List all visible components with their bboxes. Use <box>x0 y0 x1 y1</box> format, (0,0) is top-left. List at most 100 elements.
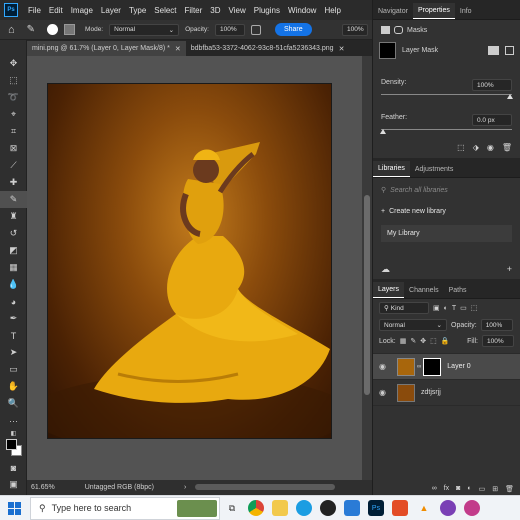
tab-navigator[interactable]: Navigator <box>373 3 413 19</box>
gradient-tool-icon[interactable]: ▦ <box>0 259 27 276</box>
layer-opacity-field[interactable]: 100% <box>480 319 513 331</box>
lock-transparent-icon[interactable]: ▦ <box>400 337 407 345</box>
menu-image[interactable]: Image <box>67 6 97 15</box>
mode-dropdown[interactable]: Normal ⌄ <box>109 23 180 36</box>
fx-icon[interactable]: fx <box>444 485 449 493</box>
vlc-icon[interactable]: ▲ <box>416 500 432 516</box>
frame-tool-icon[interactable]: ⊠ <box>0 140 27 157</box>
foreground-color-swatch[interactable] <box>6 439 17 450</box>
layer-kind-filter[interactable]: ⚲ Kind <box>379 302 429 314</box>
cloud-icon[interactable]: ☁ <box>381 264 390 275</box>
document-canvas[interactable] <box>47 83 332 439</box>
history-brush-tool-icon[interactable]: ↺ <box>0 225 27 242</box>
add-vector-mask-icon[interactable] <box>505 46 514 55</box>
mask-thumbnail[interactable] <box>379 42 396 59</box>
chevron-right-icon[interactable]: › <box>184 484 186 491</box>
app-icon[interactable] <box>440 500 456 516</box>
link-icon[interactable]: ∞ <box>417 364 421 370</box>
blur-tool-icon[interactable]: 💧 <box>0 276 27 293</box>
clone-stamp-tool-icon[interactable]: ♜ <box>0 208 27 225</box>
lock-all-icon[interactable]: 🔒 <box>441 337 450 345</box>
density-slider-handle[interactable] <box>507 94 513 99</box>
group-icon[interactable]: ▭ <box>479 485 486 493</box>
delete-mask-icon[interactable]: 🗑 <box>502 143 512 152</box>
zoom-level[interactable]: 61.65% <box>31 484 55 491</box>
fill-field[interactable]: 100% <box>482 335 514 347</box>
brush-tool-icon[interactable]: ✎ <box>0 191 27 208</box>
lock-position-icon[interactable]: ✥ <box>420 337 426 345</box>
store-icon[interactable] <box>344 500 360 516</box>
link-layers-icon[interactable]: ∞ <box>432 485 437 493</box>
add-icon[interactable]: + <box>507 264 512 275</box>
eyedropper-tool-icon[interactable]: ⟋ <box>0 157 27 174</box>
filter-type-icon[interactable]: T <box>452 305 456 312</box>
share-button[interactable]: Share <box>274 23 312 36</box>
menu-filter[interactable]: Filter <box>181 6 207 15</box>
tab-layers[interactable]: Layers <box>373 282 405 298</box>
search-libraries-input[interactable]: Search all libraries <box>390 187 448 194</box>
vertical-scroll-thumb[interactable] <box>364 195 370 395</box>
layer-row[interactable]: ◉ ∞ Layer 0 <box>373 354 520 380</box>
tab-channels[interactable]: Channels <box>404 282 444 298</box>
feather-slider-handle[interactable] <box>380 129 386 134</box>
feather-field[interactable]: 0.0 px <box>472 114 512 126</box>
dodge-tool-icon[interactable]: ◕ <box>0 293 27 310</box>
windows-start-icon[interactable] <box>8 502 21 515</box>
photoshop-logo-icon[interactable]: Ps <box>4 3 18 17</box>
quick-select-tool-icon[interactable]: ⌖ <box>0 106 27 123</box>
filter-shape-icon[interactable]: ▭ <box>460 304 467 312</box>
vector-mask-icon[interactable] <box>394 26 403 34</box>
task-view-icon[interactable]: ⧉ <box>224 500 240 516</box>
my-library-item[interactable]: My Library <box>381 225 512 242</box>
layer-name[interactable]: Layer 0 <box>447 363 470 370</box>
type-tool-icon[interactable]: T <box>0 327 27 344</box>
hand-tool-icon[interactable]: ✋ <box>0 378 27 395</box>
menu-plugins[interactable]: Plugins <box>250 6 284 15</box>
close-icon[interactable]: ✕ <box>175 45 181 53</box>
path-select-tool-icon[interactable]: ➤ <box>0 344 27 361</box>
healing-brush-tool-icon[interactable]: ✚ <box>0 174 27 191</box>
edge-icon[interactable] <box>296 500 312 516</box>
quick-mask-icon[interactable]: ◙ <box>0 459 27 476</box>
menu-file[interactable]: File <box>24 6 45 15</box>
menu-layer[interactable]: Layer <box>97 6 125 15</box>
menu-view[interactable]: View <box>225 6 250 15</box>
select-pixel-mask-icon[interactable] <box>488 46 499 55</box>
app-icon[interactable] <box>320 500 336 516</box>
new-layer-icon[interactable]: ⊞ <box>492 485 498 493</box>
lock-artboard-icon[interactable]: ⬚ <box>430 337 437 345</box>
menu-type[interactable]: Type <box>125 6 150 15</box>
load-selection-icon[interactable]: ⬚ <box>457 143 465 152</box>
layer-thumbnail[interactable] <box>397 383 415 402</box>
tab-paths[interactable]: Paths <box>444 282 472 298</box>
filter-smart-icon[interactable]: ⬚ <box>471 304 478 312</box>
photoshop-taskbar-icon[interactable]: Ps <box>368 500 384 516</box>
brush-tool-icon[interactable]: ✎ <box>27 24 35 35</box>
file-explorer-icon[interactable] <box>272 500 288 516</box>
opacity-field[interactable]: 100% <box>214 23 245 36</box>
menu-help[interactable]: Help <box>320 6 344 15</box>
menu-select[interactable]: Select <box>150 6 180 15</box>
taskbar-search[interactable]: ⚲ Type here to search <box>30 496 220 520</box>
app-icon[interactable] <box>392 500 408 516</box>
brush-settings-icon[interactable] <box>64 24 76 35</box>
add-mask-icon[interactable]: ◙ <box>456 485 460 493</box>
tab-mini-png[interactable]: mini.png @ 61.7% (Layer 0, Layer Mask/8)… <box>27 41 186 56</box>
brush-preset-picker[interactable] <box>47 24 59 35</box>
color-swatches[interactable] <box>0 437 27 459</box>
more-tools-icon[interactable]: ··· <box>0 412 27 429</box>
eraser-tool-icon[interactable]: ◩ <box>0 242 27 259</box>
density-slider[interactable] <box>381 94 513 100</box>
feather-slider[interactable] <box>380 129 512 135</box>
eye-icon[interactable]: ◉ <box>379 388 391 397</box>
horizontal-scroll-thumb[interactable] <box>195 484 335 490</box>
adjustment-layer-icon[interactable]: ◐ <box>467 485 471 493</box>
menu-window[interactable]: Window <box>284 6 320 15</box>
tab-adjustments[interactable]: Adjustments <box>410 161 459 177</box>
rectangle-tool-icon[interactable]: ▭ <box>0 361 27 378</box>
screen-mode-icon[interactable]: ▣ <box>0 476 27 493</box>
pixel-mask-icon[interactable] <box>381 26 390 34</box>
menu-edit[interactable]: Edit <box>45 6 67 15</box>
chrome-icon[interactable] <box>248 500 264 516</box>
layer-mask-thumbnail[interactable] <box>423 357 442 376</box>
